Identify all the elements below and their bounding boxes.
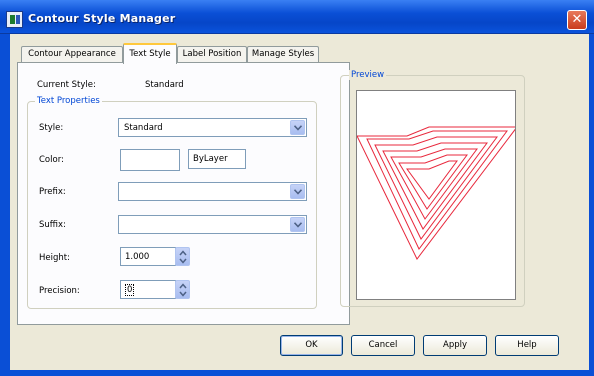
chevron-down-icon[interactable] [290,120,305,135]
suffix-select[interactable] [118,215,307,234]
spin-arrows-icon [179,283,187,297]
tab-manage-styles[interactable]: Manage Styles [247,46,319,63]
color-label: Color: [39,155,64,165]
preview-canvas [356,90,518,300]
height-input[interactable]: 1.000 [120,247,176,266]
close-button[interactable]: ✕ [567,10,587,30]
precision-input[interactable]: 0 [120,280,176,299]
help-button[interactable]: Help [495,335,559,356]
suffix-label: Suffix: [39,220,66,230]
window-frame-bottom [0,370,594,376]
prefix-label: Prefix: [39,187,66,197]
style-value: Standard [124,123,163,133]
contour-line [356,126,518,260]
precision-spinner[interactable] [175,280,190,299]
color-swatch[interactable] [120,149,180,171]
contour-line [398,154,468,210]
current-style-value: Standard [145,80,184,90]
title-bar: Contour Style Manager ✕ [0,0,594,34]
chevron-down-icon[interactable] [290,184,305,199]
style-label: Style: [39,123,64,133]
color-value: ByLayer [193,154,228,164]
height-value: 1.000 [125,252,150,262]
cancel-button[interactable]: Cancel [351,335,415,356]
tab-label-position[interactable]: Label Position [177,46,247,63]
precision-label: Precision: [39,286,80,296]
height-label: Height: [39,253,70,263]
window-title: Contour Style Manager [28,12,176,25]
color-field[interactable]: ByLayer [188,149,246,169]
text-properties-label: Text Properties [35,96,102,106]
style-select[interactable]: Standard [118,118,307,137]
tab-text-style[interactable]: Text Style [123,43,177,64]
ok-button[interactable]: OK [280,335,343,356]
app-icon [6,11,23,28]
height-spinner[interactable] [175,247,190,266]
window-frame-left [0,34,10,376]
contour-line [366,130,508,250]
preview-label: Preview [349,70,387,80]
contour-preview-graphic [356,126,518,260]
prefix-select[interactable] [118,182,307,201]
tab-contour-appearance[interactable]: Contour Appearance [21,46,123,63]
apply-button[interactable]: Apply [423,335,487,356]
current-style-label: Current Style: [37,80,96,90]
precision-value: 0 [125,284,135,296]
window-frame-right [589,34,594,376]
spin-arrows-icon [179,250,187,264]
chevron-down-icon[interactable] [290,217,305,232]
